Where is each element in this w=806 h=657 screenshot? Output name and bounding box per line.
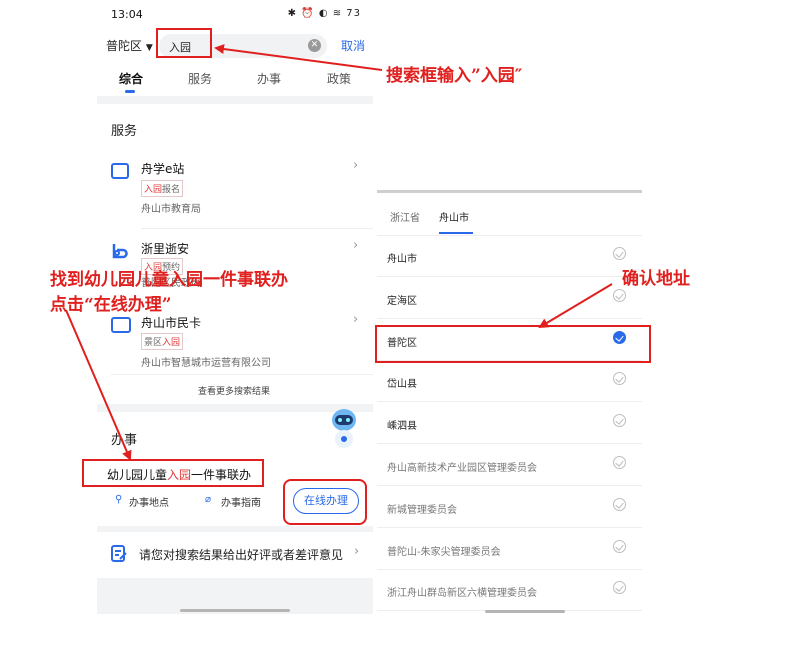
arrow-to-region	[538, 283, 613, 329]
arrow-to-search	[214, 44, 383, 71]
arrow-to-affair	[65, 309, 132, 461]
annotation-arrows	[65, 44, 613, 461]
